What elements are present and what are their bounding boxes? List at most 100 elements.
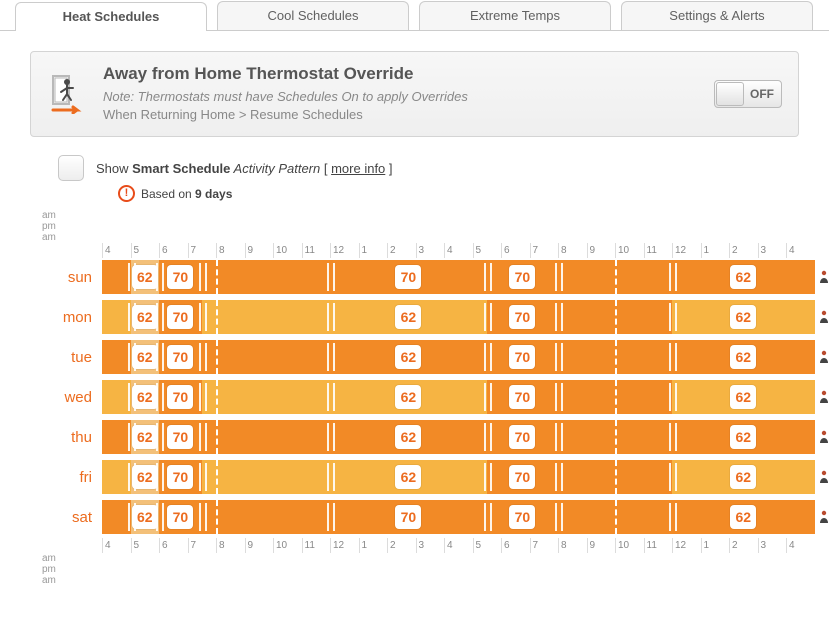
drag-handle[interactable] [484, 463, 492, 491]
drag-handle[interactable] [128, 423, 136, 451]
drag-handle[interactable] [128, 383, 136, 411]
setpoint-badge[interactable]: 62 [730, 385, 756, 409]
schedule-segment[interactable]: 62 [672, 460, 815, 494]
drag-handle[interactable] [327, 423, 335, 451]
setpoint-badge[interactable]: 62 [395, 345, 421, 369]
setpoint-badge[interactable]: 62 [395, 385, 421, 409]
drag-handle[interactable] [156, 503, 164, 531]
schedule-segment[interactable]: 62 [672, 420, 815, 454]
setpoint-badge[interactable]: 70 [509, 265, 535, 289]
drag-handle[interactable] [669, 383, 677, 411]
drag-handle[interactable] [199, 343, 207, 371]
setpoint-badge[interactable]: 62 [132, 345, 158, 369]
setpoint-badge[interactable]: 70 [167, 265, 193, 289]
setpoint-badge[interactable]: 70 [509, 505, 535, 529]
drag-handle[interactable] [156, 303, 164, 331]
setpoint-badge[interactable]: 62 [132, 265, 158, 289]
setpoint-badge[interactable]: 70 [509, 345, 535, 369]
drag-handle[interactable] [199, 383, 207, 411]
setpoint-badge[interactable]: 62 [132, 465, 158, 489]
drag-handle[interactable] [484, 303, 492, 331]
drag-handle[interactable] [555, 383, 563, 411]
occupancy-icon[interactable] [815, 268, 829, 286]
schedule-segment[interactable]: 62 [330, 420, 487, 454]
drag-handle[interactable] [484, 343, 492, 371]
schedule-segment[interactable] [202, 420, 330, 454]
schedule-segment[interactable]: 62 [672, 260, 815, 294]
schedule-segment[interactable]: 70 [487, 500, 558, 534]
schedule-segment[interactable] [202, 380, 330, 414]
schedule-segment[interactable] [102, 300, 131, 334]
schedule-track[interactable]: 62 70 70 70 62 [102, 260, 815, 294]
tab-settings-alerts[interactable]: Settings & Alerts [621, 1, 813, 30]
schedule-track[interactable]: 62 70 62 70 62 [102, 460, 815, 494]
schedule-segment[interactable] [102, 260, 131, 294]
setpoint-badge[interactable]: 62 [395, 305, 421, 329]
drag-handle[interactable] [484, 503, 492, 531]
schedule-track[interactable]: 6270707062 [102, 500, 815, 534]
setpoint-badge[interactable]: 70 [167, 465, 193, 489]
schedule-segment[interactable]: 70 [159, 500, 202, 534]
drag-handle[interactable] [156, 263, 164, 291]
drag-handle[interactable] [555, 303, 563, 331]
drag-handle[interactable] [199, 463, 207, 491]
setpoint-badge[interactable]: 62 [730, 345, 756, 369]
schedule-segment[interactable]: 62 [672, 380, 815, 414]
drag-handle[interactable] [128, 343, 136, 371]
more-info-link[interactable]: more info [331, 161, 385, 176]
setpoint-badge[interactable]: 70 [167, 425, 193, 449]
setpoint-badge[interactable]: 62 [730, 305, 756, 329]
schedule-segment[interactable] [202, 300, 330, 334]
drag-handle[interactable] [669, 263, 677, 291]
schedule-segment[interactable]: 70 [487, 260, 558, 294]
drag-handle[interactable] [669, 423, 677, 451]
drag-handle[interactable] [156, 343, 164, 371]
drag-handle[interactable] [669, 303, 677, 331]
setpoint-badge[interactable]: 70 [395, 505, 421, 529]
schedule-segment[interactable] [102, 380, 131, 414]
drag-handle[interactable] [128, 503, 136, 531]
smart-schedule-checkbox[interactable] [58, 155, 84, 181]
schedule-segment[interactable]: 70 [159, 260, 202, 294]
drag-handle[interactable] [327, 303, 335, 331]
drag-handle[interactable] [199, 263, 207, 291]
schedule-segment[interactable]: 70 [330, 260, 487, 294]
setpoint-badge[interactable]: 70 [167, 345, 193, 369]
schedule-segment[interactable] [102, 500, 131, 534]
setpoint-badge[interactable]: 62 [132, 425, 158, 449]
schedule-segment[interactable] [102, 420, 131, 454]
drag-handle[interactable] [199, 303, 207, 331]
drag-handle[interactable] [199, 423, 207, 451]
schedule-segment[interactable] [202, 340, 330, 374]
occupancy-icon[interactable] [815, 428, 829, 446]
drag-handle[interactable] [555, 343, 563, 371]
occupancy-icon[interactable] [815, 508, 829, 526]
schedule-segment[interactable]: 62 [330, 460, 487, 494]
schedule-segment[interactable]: 70 [487, 300, 558, 334]
setpoint-badge[interactable]: 70 [395, 265, 421, 289]
setpoint-badge[interactable]: 62 [132, 305, 158, 329]
setpoint-badge[interactable]: 62 [395, 425, 421, 449]
drag-handle[interactable] [484, 383, 492, 411]
schedule-segment[interactable]: 70 [159, 300, 202, 334]
setpoint-badge[interactable]: 70 [509, 465, 535, 489]
drag-handle[interactable] [484, 423, 492, 451]
schedule-track[interactable]: 6270627062 [102, 420, 815, 454]
schedule-segment[interactable]: 70 [159, 340, 202, 374]
override-toggle[interactable]: OFF [714, 80, 782, 108]
setpoint-badge[interactable]: 70 [509, 385, 535, 409]
schedule-segment[interactable]: 62 [330, 300, 487, 334]
drag-handle[interactable] [128, 263, 136, 291]
schedule-segment[interactable]: 70 [330, 500, 487, 534]
drag-handle[interactable] [128, 303, 136, 331]
tab-extreme-temps[interactable]: Extreme Temps [419, 1, 611, 30]
schedule-segment[interactable]: 70 [159, 380, 202, 414]
setpoint-badge[interactable]: 62 [730, 505, 756, 529]
schedule-segment[interactable]: 62 [672, 340, 815, 374]
setpoint-badge[interactable]: 62 [132, 385, 158, 409]
drag-handle[interactable] [327, 263, 335, 291]
schedule-segment[interactable] [202, 460, 330, 494]
drag-handle[interactable] [669, 503, 677, 531]
drag-handle[interactable] [199, 503, 207, 531]
schedule-segment[interactable]: 62 [330, 340, 487, 374]
